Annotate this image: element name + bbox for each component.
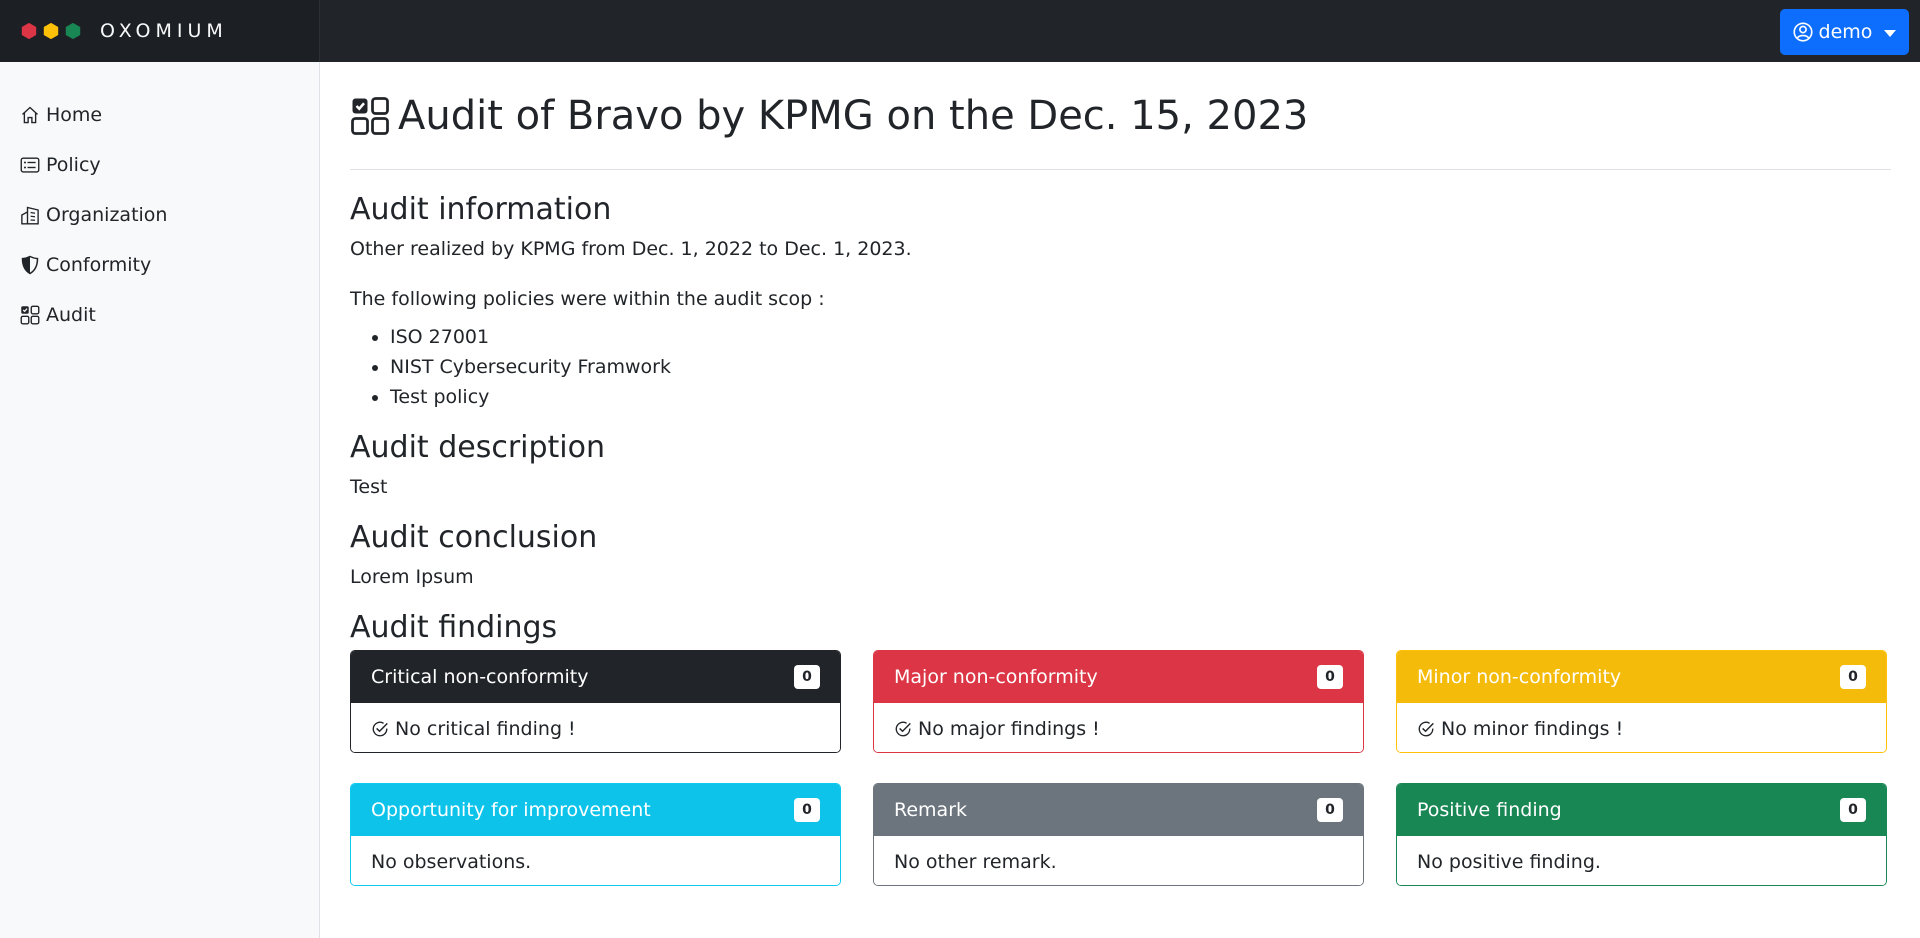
card-header: Opportunity for improvement 0 bbox=[351, 784, 840, 836]
page-header: Audit of Bravo by KPMG on the Dec. 15, 2… bbox=[350, 82, 1891, 170]
card-body-text: No major findings ! bbox=[918, 717, 1100, 740]
card-title: Major non-conformity bbox=[894, 666, 1098, 688]
check-circle-icon bbox=[1418, 721, 1434, 736]
shield-half-icon bbox=[21, 255, 39, 275]
card-header: Positive finding 0 bbox=[1397, 784, 1886, 836]
sidebar-item-policy[interactable]: Policy bbox=[0, 140, 319, 190]
card-body-text: No other remark. bbox=[894, 850, 1057, 873]
green-hexagon-icon bbox=[65, 22, 81, 40]
card-header: Minor non-conformity 0 bbox=[1397, 651, 1886, 703]
audit-information-text: Other realized by KPMG from Dec. 1, 2022… bbox=[350, 238, 912, 260]
count-badge: 0 bbox=[1317, 798, 1343, 822]
card-positive-finding: Positive finding 0 No positive finding. bbox=[1396, 783, 1887, 886]
person-circle-icon bbox=[1792, 22, 1813, 42]
ui-checks-grid-icon bbox=[351, 96, 389, 135]
card-body: No minor findings ! bbox=[1397, 703, 1886, 752]
ui-checks-grid-icon bbox=[20, 305, 40, 325]
policy-list: ISO 27001 NIST Cybersecurity Framwork Te… bbox=[350, 322, 1891, 412]
buildings-icon bbox=[21, 206, 39, 225]
card-title: Remark bbox=[894, 799, 968, 821]
sidebar-item-conformity[interactable]: Conformity bbox=[0, 240, 319, 290]
count-badge: 0 bbox=[1317, 665, 1343, 689]
audit-findings-heading: Audit findings bbox=[350, 610, 558, 645]
card-title: Opportunity for improvement bbox=[371, 799, 651, 821]
card-body: No other remark. bbox=[874, 836, 1363, 885]
card-critical-nonconformity: Critical non-conformity 0 No critical fi… bbox=[350, 650, 841, 753]
card-title: Critical non-conformity bbox=[371, 666, 589, 688]
user-menu-button[interactable]: demo bbox=[1780, 9, 1909, 55]
card-body: No major findings ! bbox=[874, 703, 1363, 752]
audit-conclusion-text: Lorem Ipsum bbox=[350, 566, 474, 588]
card-major-nonconformity: Major non-conformity 0 No major findings… bbox=[873, 650, 1364, 753]
count-badge: 0 bbox=[794, 665, 820, 689]
sidebar-item-label: Home bbox=[46, 104, 103, 126]
house-icon bbox=[22, 106, 38, 124]
sidebar-item-label: Audit bbox=[46, 304, 96, 326]
chevron-down-icon bbox=[1884, 29, 1897, 37]
sidebar-item-label: Conformity bbox=[46, 254, 152, 276]
list-item: Test policy bbox=[390, 382, 1891, 412]
card-title: Positive finding bbox=[1417, 799, 1562, 821]
audit-description-heading: Audit description bbox=[350, 430, 606, 465]
top-navbar: OXOMIUM demo bbox=[0, 0, 1920, 62]
card-minor-nonconformity: Minor non-conformity 0 No minor findings… bbox=[1396, 650, 1887, 753]
main-content: Audit of Bravo by KPMG on the Dec. 15, 2… bbox=[350, 62, 1891, 886]
page-title: Audit of Bravo by KPMG on the Dec. 15, 2… bbox=[398, 92, 1309, 139]
audit-scope-text: The following policies were within the a… bbox=[350, 288, 825, 310]
count-badge: 0 bbox=[794, 798, 820, 822]
findings-grid: Critical non-conformity 0 No critical fi… bbox=[350, 650, 1891, 886]
card-body: No positive finding. bbox=[1397, 836, 1886, 885]
card-header: Critical non-conformity 0 bbox=[351, 651, 840, 703]
brand[interactable]: OXOMIUM bbox=[0, 0, 320, 62]
card-body-text: No observations. bbox=[371, 850, 532, 873]
audit-description-text: Test bbox=[350, 476, 388, 498]
audit-information-heading: Audit information bbox=[350, 192, 612, 227]
card-header: Remark 0 bbox=[874, 784, 1363, 836]
card-remark: Remark 0 No other remark. bbox=[873, 783, 1364, 886]
card-body: No observations. bbox=[351, 836, 840, 885]
red-hexagon-icon bbox=[21, 22, 37, 40]
sidebar-item-home[interactable]: Home bbox=[0, 90, 319, 140]
list-item: NIST Cybersecurity Framwork bbox=[390, 352, 1891, 382]
sidebar: Home Policy Organization Conformity Audi… bbox=[0, 62, 320, 938]
card-title: Minor non-conformity bbox=[1417, 666, 1622, 688]
yellow-hexagon-icon bbox=[43, 22, 59, 40]
card-opportunity-for-improvement: Opportunity for improvement 0 No observa… bbox=[350, 783, 841, 886]
card-body: No critical finding ! bbox=[351, 703, 840, 752]
sidebar-item-label: Policy bbox=[46, 154, 101, 176]
sidebar-item-audit[interactable]: Audit bbox=[0, 290, 319, 340]
card-body-text: No critical finding ! bbox=[395, 717, 576, 740]
card-body-text: No positive finding. bbox=[1417, 850, 1601, 873]
brand-name: OXOMIUM bbox=[100, 20, 228, 42]
check-circle-icon bbox=[895, 721, 911, 736]
card-body-text: No minor findings ! bbox=[1441, 717, 1624, 740]
user-name: demo bbox=[1818, 21, 1873, 43]
audit-conclusion-heading: Audit conclusion bbox=[350, 520, 598, 555]
count-badge: 0 bbox=[1840, 798, 1866, 822]
sidebar-item-label: Organization bbox=[46, 204, 168, 226]
list-item: ISO 27001 bbox=[390, 322, 1891, 352]
logo bbox=[20, 22, 82, 40]
card-header: Major non-conformity 0 bbox=[874, 651, 1363, 703]
count-badge: 0 bbox=[1840, 665, 1866, 689]
sidebar-item-organization[interactable]: Organization bbox=[0, 190, 319, 240]
card-list-icon bbox=[20, 157, 40, 173]
check-circle-icon bbox=[372, 721, 388, 736]
